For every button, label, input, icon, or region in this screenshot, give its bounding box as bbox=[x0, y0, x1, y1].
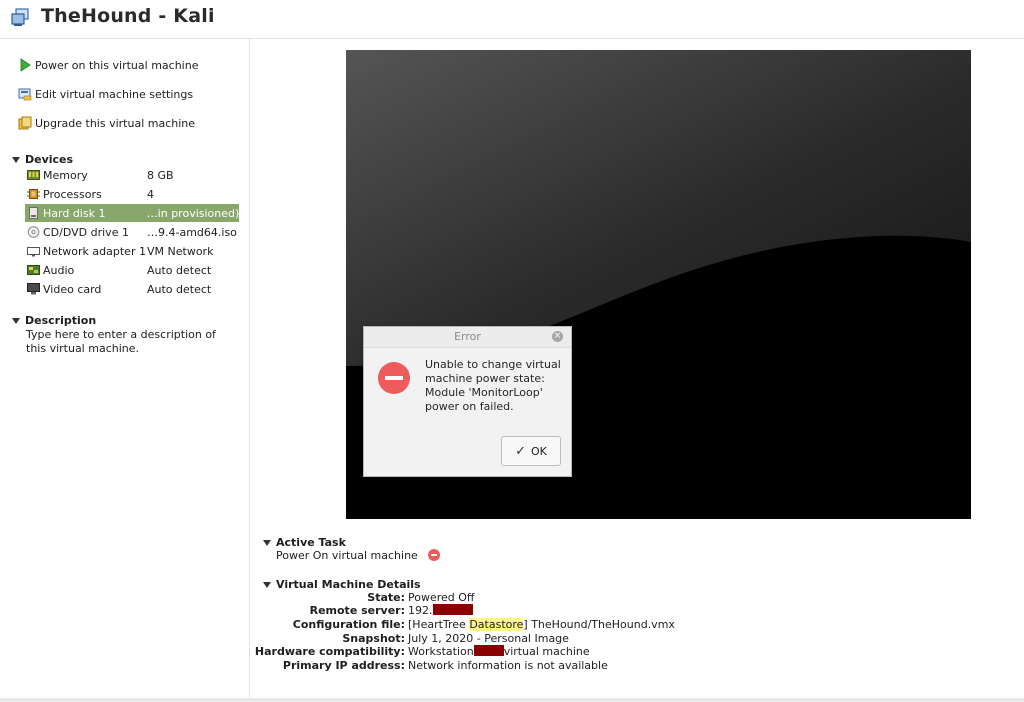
device-row-memory[interactable]: Memory 8 GB bbox=[25, 166, 239, 184]
vm-details-section-header[interactable]: Virtual Machine Details bbox=[263, 578, 421, 591]
upgrade-vm-label: Upgrade this virtual machine bbox=[35, 116, 196, 130]
detail-value: July 1, 2020 - Personal Image bbox=[408, 632, 569, 645]
device-value: VM Network bbox=[147, 244, 214, 258]
bottom-scrollbar-track bbox=[0, 698, 1024, 702]
play-icon bbox=[18, 58, 32, 72]
power-on-vm-action[interactable]: Power on this virtual machine bbox=[18, 55, 198, 75]
config-highlight: Datastore bbox=[469, 618, 524, 631]
device-name: Network adapter 1 bbox=[43, 244, 146, 258]
device-row-cd-dvd[interactable]: CD/DVD drive 1 …9.4-amd64.iso bbox=[25, 223, 239, 241]
hw-prefix: Workstation bbox=[408, 645, 474, 658]
device-value: …9.4-amd64.iso bbox=[147, 225, 237, 239]
collapse-arrow-icon[interactable] bbox=[12, 317, 20, 324]
device-value: 8 GB bbox=[147, 168, 174, 182]
detail-value: Workstation virtual machine bbox=[408, 645, 590, 659]
ok-button-label: OK bbox=[531, 444, 547, 458]
detail-remote-server: Remote server: 192. bbox=[250, 604, 473, 618]
devices-header-label: Devices bbox=[25, 153, 74, 166]
collapse-arrow-icon[interactable] bbox=[263, 581, 271, 588]
check-icon: ✓ bbox=[515, 443, 527, 459]
device-name: Memory bbox=[43, 168, 88, 182]
device-name: CD/DVD drive 1 bbox=[43, 225, 129, 239]
detail-value: 192. bbox=[408, 604, 473, 618]
edit-vm-settings-action[interactable]: Edit virtual machine settings bbox=[18, 84, 193, 104]
vm-details-header-label: Virtual Machine Details bbox=[276, 578, 421, 591]
config-prefix: [HeartTree bbox=[408, 618, 470, 631]
audio-icon bbox=[27, 264, 40, 276]
dialog-title: Error bbox=[364, 327, 571, 348]
window-header: TheHound - Kali bbox=[0, 0, 1024, 39]
task-error-icon bbox=[427, 549, 440, 561]
description-header-label: Description bbox=[25, 314, 97, 327]
edit-vm-settings-label: Edit virtual machine settings bbox=[35, 87, 194, 101]
settings-icon bbox=[18, 87, 32, 101]
detail-label: Primary IP address: bbox=[282, 659, 405, 672]
device-name: Processors bbox=[43, 187, 102, 201]
detail-value: Network information is not available bbox=[408, 659, 608, 672]
device-row-video-card[interactable]: Video card Auto detect bbox=[25, 280, 239, 298]
remote-server-prefix: 192. bbox=[408, 604, 433, 617]
device-value: 4 bbox=[147, 187, 154, 201]
device-name: Audio bbox=[43, 263, 75, 277]
detail-label: Configuration file: bbox=[292, 618, 405, 631]
collapse-arrow-icon[interactable] bbox=[12, 156, 20, 163]
devices-section-header[interactable]: Devices bbox=[12, 153, 73, 166]
sidebar: Power on this virtual machine Edit virtu… bbox=[0, 39, 250, 702]
close-icon[interactable]: × bbox=[552, 331, 563, 342]
detail-primary-ip: Primary IP address: Network information … bbox=[250, 659, 608, 673]
device-row-audio[interactable]: Audio Auto detect bbox=[25, 261, 239, 279]
description-section-header[interactable]: Description bbox=[12, 314, 96, 327]
upgrade-vm-action[interactable]: Upgrade this virtual machine bbox=[18, 113, 195, 133]
config-suffix: ] TheHound/TheHound.vmx bbox=[523, 618, 675, 631]
detail-hardware-compatibility: Hardware compatibility: Workstation virtu… bbox=[250, 645, 590, 659]
device-name: Video card bbox=[43, 282, 102, 296]
device-row-processors[interactable]: Processors 4 bbox=[25, 185, 239, 203]
error-message: Unable to change virtual machine power s… bbox=[425, 358, 561, 413]
device-value: …in provisioned) bbox=[146, 206, 239, 220]
redaction-block bbox=[473, 645, 504, 656]
device-value: Auto detect bbox=[147, 263, 212, 277]
error-icon bbox=[378, 362, 410, 394]
detail-value: [HeartTree Datastore] TheHound/TheHound.… bbox=[408, 618, 675, 632]
upgrade-icon bbox=[18, 116, 32, 130]
redaction-block bbox=[432, 604, 473, 615]
virtual-machine-icon bbox=[10, 8, 30, 28]
device-value: Auto detect bbox=[147, 282, 212, 296]
detail-label: State: bbox=[367, 591, 405, 604]
detail-label: Remote server: bbox=[309, 604, 405, 617]
detail-label: Snapshot: bbox=[342, 632, 405, 645]
processor-icon bbox=[27, 188, 40, 200]
ok-button[interactable]: ✓ OK bbox=[501, 436, 561, 466]
hard-disk-icon bbox=[27, 207, 40, 219]
detail-label: Hardware compatibility: bbox=[254, 645, 405, 658]
detail-snapshot: Snapshot: July 1, 2020 - Personal Image bbox=[250, 632, 569, 646]
page-title: TheHound - Kali bbox=[41, 5, 215, 27]
device-row-hard-disk[interactable]: Hard disk 1 …in provisioned) bbox=[25, 204, 239, 222]
detail-configuration-file: Configuration file: [HeartTree Datastore… bbox=[250, 618, 675, 632]
description-input[interactable]: Type here to enter a description of this… bbox=[26, 328, 238, 356]
network-adapter-icon bbox=[27, 245, 40, 257]
error-dialog: Error × Unable to change virtual machine… bbox=[363, 326, 572, 477]
hw-suffix: virtual machine bbox=[503, 645, 590, 658]
device-row-network-adapter[interactable]: Network adapter 1 VM Network bbox=[25, 242, 239, 260]
cd-dvd-icon bbox=[27, 226, 40, 238]
power-on-vm-label: Power on this virtual machine bbox=[35, 58, 199, 72]
detail-value: Powered Off bbox=[408, 591, 475, 604]
memory-icon bbox=[27, 169, 40, 181]
active-task-label: Power On virtual machine bbox=[276, 548, 418, 562]
collapse-arrow-icon[interactable] bbox=[263, 539, 271, 546]
detail-state: State: Powered Off bbox=[250, 591, 475, 605]
device-name: Hard disk 1 bbox=[43, 206, 106, 220]
video-card-icon bbox=[27, 283, 40, 295]
active-task-row: Power On virtual machine bbox=[276, 548, 440, 562]
